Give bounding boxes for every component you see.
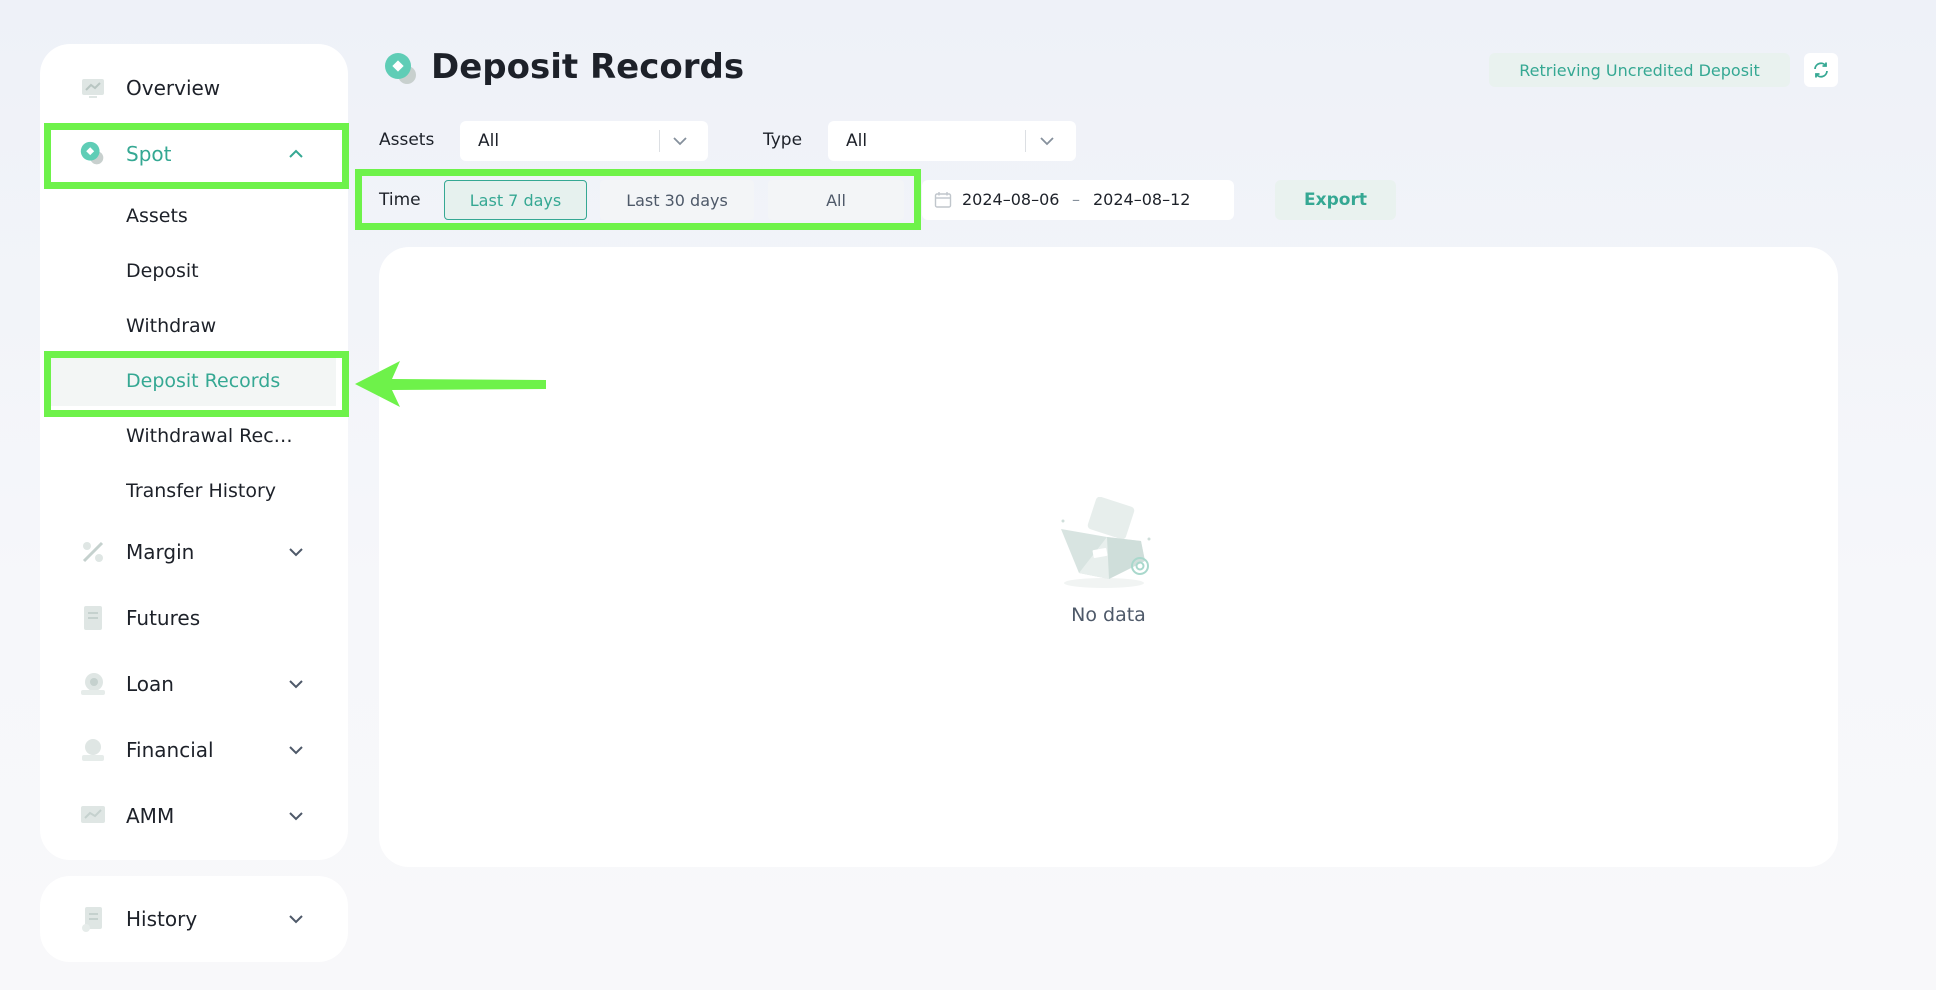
type-filter-label: Type [763, 130, 803, 150]
time-option-all[interactable]: All [768, 180, 904, 220]
sidebar-item-margin[interactable]: Margin [40, 524, 348, 580]
sidebar-subitem-label: Transfer History [126, 480, 277, 502]
chevron-down-icon[interactable] [286, 542, 306, 562]
select-divider [659, 130, 660, 152]
sidebar-item-label: Margin [126, 540, 195, 564]
chevron-down-icon[interactable] [286, 674, 306, 694]
coin-icon [78, 669, 108, 699]
spot-icon [78, 139, 108, 169]
sidebar-item-label: History [126, 907, 198, 931]
sidebar-item-label: Loan [126, 672, 174, 696]
sidebar: Overview Spot Assets Deposit Withdraw De… [40, 44, 348, 860]
refresh-button[interactable] [1804, 53, 1838, 87]
sidebar-subitem-deposit-records[interactable]: Deposit Records [50, 356, 336, 406]
sidebar-item-label: AMM [126, 804, 175, 828]
sidebar-item-overview[interactable]: Overview [40, 60, 348, 116]
sidebar-item-futures[interactable]: Futures [40, 590, 348, 646]
sidebar-item-label: Financial [126, 738, 214, 762]
assets-filter-label: Assets [379, 130, 435, 150]
sidebar-item-financial[interactable]: Financial [40, 722, 348, 778]
type-select[interactable]: All [828, 121, 1076, 161]
document-icon [78, 603, 108, 633]
calendar-icon [934, 192, 952, 208]
sidebar-item-history[interactable]: History [40, 891, 348, 947]
sidebar-subitem-label: Assets [126, 205, 188, 227]
empty-state-text: No data [1071, 604, 1146, 626]
date-range-picker[interactable]: 2024–08–06 – 2024–08–12 [922, 180, 1234, 220]
empty-box-illustration [1061, 497, 1151, 588]
sidebar-subitem-assets[interactable]: Assets [40, 191, 348, 241]
history-icon [78, 904, 108, 934]
chevron-up-icon[interactable] [286, 144, 306, 164]
sidebar-item-label: Spot [126, 142, 172, 166]
time-filter-label: Time [379, 190, 421, 210]
date-end[interactable]: 2024–08–12 [1093, 190, 1190, 209]
time-option-last-30-days[interactable]: Last 30 days [600, 180, 754, 220]
chevron-down-icon [1040, 137, 1054, 146]
piggy-bank-icon [78, 735, 108, 765]
date-separator: – [1072, 190, 1080, 209]
retrieve-uncredited-deposit-button[interactable]: Retrieving Uncredited Deposit [1489, 53, 1790, 87]
percent-icon [78, 537, 108, 567]
assets-select-value: All [478, 131, 500, 151]
overview-icon [78, 73, 108, 103]
sidebar-item-label: Futures [126, 606, 201, 630]
sidebar-subitem-deposit[interactable]: Deposit [40, 246, 348, 296]
type-select-value: All [846, 131, 868, 151]
records-table-card: No data [379, 247, 1838, 867]
chevron-down-icon[interactable] [286, 740, 306, 760]
sidebar-subitem-label: Withdraw [126, 315, 217, 337]
spot-icon [385, 53, 416, 84]
sidebar-item-label: Overview [126, 76, 221, 100]
sidebar-subitem-withdrawal-records[interactable]: Withdrawal Reco... [40, 411, 348, 461]
sidebar-item-loan[interactable]: Loan [40, 656, 348, 712]
sidebar-history-panel: History [40, 876, 348, 962]
page-title: Deposit Records [431, 47, 745, 87]
sidebar-item-amm[interactable]: AMM [40, 788, 348, 844]
chevron-down-icon[interactable] [286, 909, 306, 929]
sidebar-subitem-label: Deposit [126, 260, 199, 282]
time-option-last-7-days[interactable]: Last 7 days [444, 180, 587, 220]
sidebar-item-spot[interactable]: Spot [40, 126, 348, 182]
sidebar-subitem-transfer-history[interactable]: Transfer History [40, 466, 348, 516]
sidebar-subitem-label: Withdrawal Reco... [126, 425, 296, 447]
export-button[interactable]: Export [1275, 180, 1396, 220]
date-start[interactable]: 2024–08–06 [962, 190, 1059, 209]
select-divider [1025, 130, 1026, 152]
chevron-down-icon[interactable] [286, 806, 306, 826]
chart-monitor-icon [78, 801, 108, 831]
assets-select[interactable]: All [460, 121, 708, 161]
sidebar-subitem-withdraw[interactable]: Withdraw [40, 301, 348, 351]
chevron-down-icon [673, 137, 687, 146]
sidebar-subitem-label: Deposit Records [126, 370, 281, 392]
refresh-icon [1814, 62, 1828, 78]
